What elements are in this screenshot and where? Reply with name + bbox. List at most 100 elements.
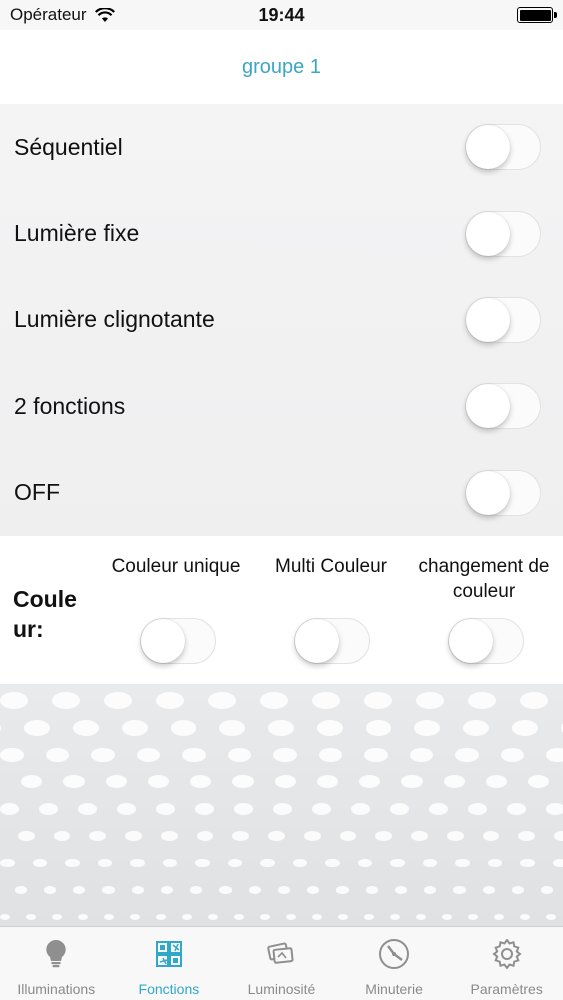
decorative-dot bbox=[78, 803, 97, 815]
decorative-dot bbox=[303, 830, 321, 842]
decorative-dot bbox=[318, 747, 342, 763]
decorative-dot bbox=[416, 692, 444, 710]
color-option-unique: Couleur unique bbox=[100, 554, 252, 664]
decorative-dot bbox=[219, 719, 246, 736]
decorative-dot bbox=[507, 803, 526, 815]
decorative-dot bbox=[52, 692, 80, 710]
color-option-multi: Multi Couleur bbox=[256, 554, 406, 664]
tab-parametres[interactable]: Paramètres bbox=[450, 927, 563, 1000]
2-fonctions-toggle[interactable] bbox=[465, 383, 541, 430]
decorative-dot bbox=[0, 858, 15, 868]
decorative-dot bbox=[316, 775, 339, 789]
group-title: groupe 1 bbox=[242, 55, 321, 78]
decorative-dot bbox=[518, 830, 536, 842]
tab-bar: Illuminations Fonctions Luminosité Minut… bbox=[0, 926, 563, 1000]
decorative-dot bbox=[316, 719, 343, 736]
decorative-dot bbox=[32, 858, 47, 868]
decorative-dot bbox=[375, 830, 393, 842]
tab-illuminations[interactable]: Illuminations bbox=[0, 927, 113, 1000]
decorative-dot bbox=[21, 775, 43, 789]
decorative-dot bbox=[105, 775, 127, 789]
decorative-dot bbox=[196, 830, 214, 842]
sequentiel-toggle[interactable] bbox=[465, 124, 541, 171]
decorative-dot bbox=[125, 830, 142, 842]
decorative-dot bbox=[401, 775, 423, 789]
decorative-dot bbox=[482, 830, 500, 842]
lumiere-fixe-toggle[interactable] bbox=[465, 210, 541, 257]
decorative-dot bbox=[78, 914, 88, 921]
function-row-lumiere-clignotante: Lumière clignotante bbox=[0, 277, 563, 363]
decorative-dot bbox=[485, 775, 508, 789]
decorative-dot bbox=[312, 803, 331, 815]
decorative-dot bbox=[468, 803, 487, 815]
tab-fonctions[interactable]: Fonctions bbox=[113, 927, 226, 1000]
decorative-dot bbox=[429, 803, 448, 815]
decorative-dot bbox=[0, 803, 19, 815]
decorative-dot bbox=[273, 747, 297, 763]
decorative-dot bbox=[182, 747, 206, 763]
decorative-dot bbox=[24, 719, 51, 736]
decorative-dot bbox=[0, 914, 10, 921]
decorative-dot bbox=[170, 719, 197, 736]
tab-luminosite[interactable]: Luminosité bbox=[225, 927, 338, 1000]
decorative-dot bbox=[455, 747, 479, 763]
decorative-dot bbox=[234, 803, 253, 815]
decorative-dot bbox=[130, 914, 140, 921]
color-title-line1: Coule bbox=[13, 586, 77, 612]
decorative-dot bbox=[182, 914, 192, 921]
decorative-dot bbox=[552, 858, 563, 868]
decorative-dot bbox=[325, 858, 340, 868]
decorative-dot bbox=[511, 719, 538, 736]
decorative-dot bbox=[130, 858, 145, 868]
decorative-dot bbox=[312, 914, 322, 921]
off-toggle[interactable] bbox=[465, 469, 541, 516]
decorative-dot bbox=[136, 747, 160, 763]
decorative-dot bbox=[351, 803, 370, 815]
decorative-dot bbox=[26, 914, 36, 921]
tab-minuterie[interactable]: Minuterie bbox=[338, 927, 451, 1000]
function-label: Séquentiel bbox=[14, 133, 123, 160]
battery-icon bbox=[517, 7, 557, 23]
tab-label: Minuterie bbox=[365, 981, 423, 997]
tab-label: Luminosité bbox=[247, 981, 316, 997]
lumiere-clignotante-toggle[interactable] bbox=[465, 296, 541, 343]
function-row-off: OFF bbox=[0, 450, 563, 536]
status-left: Opérateur bbox=[10, 5, 115, 25]
decorative-dot bbox=[455, 858, 470, 868]
decorative-dot bbox=[528, 775, 550, 789]
decorative-dot bbox=[546, 747, 563, 763]
multi-couleur-toggle[interactable] bbox=[294, 618, 370, 664]
decorative-dot bbox=[0, 719, 2, 736]
decorative-dot bbox=[409, 747, 433, 763]
decorative-dot bbox=[357, 858, 372, 868]
decorative-dot bbox=[414, 719, 441, 736]
decorative-dot bbox=[482, 886, 495, 894]
color-option-label: Multi Couleur bbox=[275, 556, 387, 577]
decorative-dot bbox=[336, 886, 349, 894]
decorative-dot bbox=[219, 886, 232, 894]
tab-label: Fonctions bbox=[138, 981, 200, 997]
decorative-dot bbox=[65, 858, 80, 868]
decorative-dot bbox=[546, 803, 563, 815]
decorative-dot bbox=[453, 886, 466, 894]
page-header: groupe 1 bbox=[0, 30, 563, 104]
color-option-label: Couleur unique bbox=[111, 556, 241, 577]
decorative-dot bbox=[91, 747, 115, 763]
decorative-dot bbox=[468, 914, 478, 921]
decorative-dot bbox=[63, 775, 85, 789]
color-option-label-2: couleur bbox=[452, 581, 516, 602]
decorative-dot bbox=[190, 886, 203, 894]
couleur-unique-toggle[interactable] bbox=[140, 618, 216, 664]
decorative-dot bbox=[463, 719, 489, 736]
decorative-dot bbox=[227, 858, 242, 868]
changement-couleur-toggle[interactable] bbox=[448, 618, 524, 664]
function-label: Lumière clignotante bbox=[14, 306, 215, 333]
decorative-dot bbox=[411, 830, 428, 842]
decorative-dot bbox=[208, 692, 236, 710]
status-bar: Opérateur 19:44 bbox=[0, 0, 563, 30]
decorative-dot bbox=[121, 719, 148, 736]
decorative-dot-background bbox=[0, 684, 563, 926]
decorative-dot bbox=[156, 803, 175, 815]
decorative-dot bbox=[511, 886, 525, 894]
decorative-dot bbox=[268, 830, 285, 842]
